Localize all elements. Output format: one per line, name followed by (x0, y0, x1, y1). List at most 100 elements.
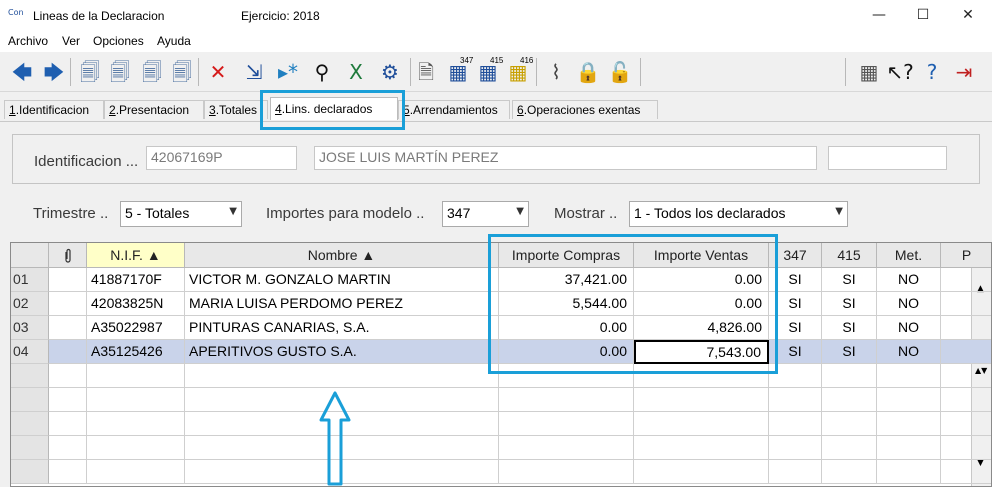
table-cell[interactable]: SI (822, 292, 877, 316)
play-star-icon[interactable]: ▸* (274, 58, 302, 86)
table-cell[interactable]: A35022987 (87, 316, 185, 340)
table-cell[interactable]: SI (769, 316, 822, 340)
empty-cell[interactable] (87, 460, 185, 484)
table-cell[interactable]: NO (877, 340, 941, 364)
table-cell[interactable]: SI (822, 316, 877, 340)
table-cell[interactable]: SI (769, 268, 822, 292)
table-cell[interactable] (941, 316, 991, 340)
empty-cell[interactable] (769, 412, 822, 436)
menu-archivo[interactable]: Archivo (8, 34, 48, 48)
nif-header[interactable]: N.I.F. ▲ (87, 243, 185, 268)
empty-cell[interactable] (499, 436, 634, 460)
maximize-button[interactable]: ☐ (912, 5, 934, 25)
empty-cell[interactable] (877, 436, 941, 460)
importe-compras-header[interactable]: Importe Compras (499, 243, 634, 268)
table-cell[interactable] (49, 340, 87, 364)
empty-cell[interactable] (499, 388, 634, 412)
close-button[interactable]: ✕ (957, 5, 979, 25)
empty-cell[interactable] (822, 388, 877, 412)
mostrar-select[interactable]: 1 - Todos los declarados ▼ (629, 201, 848, 227)
table-cell[interactable]: MARIA LUISA PERDOMO PEREZ (185, 292, 499, 316)
empty-cell[interactable] (769, 364, 822, 388)
document-new-icon[interactable]: 🗐 (168, 58, 196, 86)
table-cell[interactable]: 37,421.00 (499, 268, 634, 292)
table-cell[interactable]: 5,544.00 (499, 292, 634, 316)
empty-cell[interactable] (87, 364, 185, 388)
importe-ventas-header[interactable]: Importe Ventas (634, 243, 769, 268)
empty-cell[interactable] (877, 412, 941, 436)
empty-cell[interactable] (185, 364, 499, 388)
tab-presentacion[interactable]: 2.Presentacion (104, 100, 204, 119)
empty-cell[interactable] (87, 436, 185, 460)
table-cell[interactable]: SI (822, 340, 877, 364)
empty-cell[interactable] (941, 364, 991, 388)
met-header[interactable]: Met. (877, 243, 941, 268)
excel-icon[interactable]: X (342, 58, 370, 86)
tab-identificacion[interactable]: 1.Identificacion (4, 100, 104, 119)
c347-header[interactable]: 347 (769, 243, 822, 268)
tab-lins-declarados[interactable]: 4.Lins. declarados (270, 97, 398, 120)
table-cell[interactable]: 0.00 (634, 268, 769, 292)
table-cell[interactable] (941, 340, 991, 364)
empty-cell[interactable] (499, 412, 634, 436)
unlock-icon[interactable]: 🔓 (606, 58, 634, 86)
empty-cell[interactable] (822, 460, 877, 484)
table-cell[interactable]: NO (877, 268, 941, 292)
table-cell[interactable]: NO (877, 316, 941, 340)
document-icon[interactable]: 🗐 (76, 58, 104, 86)
empty-cell[interactable] (634, 364, 769, 388)
empty-cell[interactable] (87, 388, 185, 412)
table-cell[interactable]: 0.00 (499, 340, 634, 364)
p-header[interactable]: P (941, 243, 991, 268)
paperclip-icon[interactable]: ⌇ (542, 58, 570, 86)
report-icon[interactable]: 🗎 (412, 58, 440, 86)
table-cell[interactable]: 42083825N (87, 292, 185, 316)
empty-cell[interactable] (49, 412, 87, 436)
c415-header[interactable]: 415 (822, 243, 877, 268)
table-cell[interactable] (941, 292, 991, 316)
import-icon[interactable]: ⇲ (240, 58, 268, 86)
empty-cell[interactable] (822, 436, 877, 460)
declared-lines-grid[interactable]: ▲ ▲▼ ▼ N.I.F. ▲ Nombre ▲ Importe Compras Im… (10, 242, 992, 487)
empty-cell[interactable] (941, 412, 991, 436)
empty-cell[interactable] (634, 412, 769, 436)
minimize-button[interactable]: — (868, 5, 890, 25)
empty-cell[interactable] (634, 436, 769, 460)
exit-icon[interactable]: ⇥ (950, 58, 978, 86)
empty-cell[interactable] (769, 388, 822, 412)
empty-cell[interactable] (822, 364, 877, 388)
arrow-right-icon[interactable]: 🡆 (40, 58, 68, 86)
nif-field[interactable]: 42067169P (146, 146, 297, 170)
tab-arrendamientos[interactable]: 5.Arrendamientos (398, 100, 510, 119)
table-cell[interactable]: 41887170F (87, 268, 185, 292)
table-cell[interactable] (49, 268, 87, 292)
empty-cell[interactable] (49, 388, 87, 412)
table-cell[interactable]: 4,826.00 (634, 316, 769, 340)
menu-ver[interactable]: Ver (62, 34, 80, 48)
delete-icon[interactable]: ✕ (204, 58, 232, 86)
rownum-header[interactable] (11, 243, 49, 268)
empty-cell[interactable] (634, 388, 769, 412)
empty-cell[interactable] (499, 364, 634, 388)
empty-cell[interactable] (941, 388, 991, 412)
empty-cell[interactable] (49, 436, 87, 460)
paperclip-icon[interactable] (49, 243, 87, 268)
table-cell[interactable]: SI (822, 268, 877, 292)
lock-icon[interactable]: 🔒 (574, 58, 602, 86)
menu-ayuda[interactable]: Ayuda (157, 34, 191, 48)
extra-field[interactable] (828, 146, 947, 170)
menu-opciones[interactable]: Opciones (93, 34, 144, 48)
calculator-icon[interactable]: ▦ (855, 58, 883, 86)
empty-cell[interactable] (877, 460, 941, 484)
table-cell[interactable] (941, 268, 991, 292)
empty-cell[interactable] (49, 460, 87, 484)
document-copy-icon[interactable]: 🗐 (106, 58, 134, 86)
settings-icon[interactable]: ⚙ (376, 58, 404, 86)
empty-cell[interactable] (87, 412, 185, 436)
empty-cell[interactable] (499, 460, 634, 484)
table-cell[interactable]: SI (769, 340, 822, 364)
table-cell[interactable]: APERITIVOS GUSTO S.A. (185, 340, 499, 364)
empty-cell[interactable] (941, 436, 991, 460)
table-cell[interactable]: VICTOR M. GONZALO MARTIN (185, 268, 499, 292)
table-cell[interactable]: 0.00 (634, 292, 769, 316)
